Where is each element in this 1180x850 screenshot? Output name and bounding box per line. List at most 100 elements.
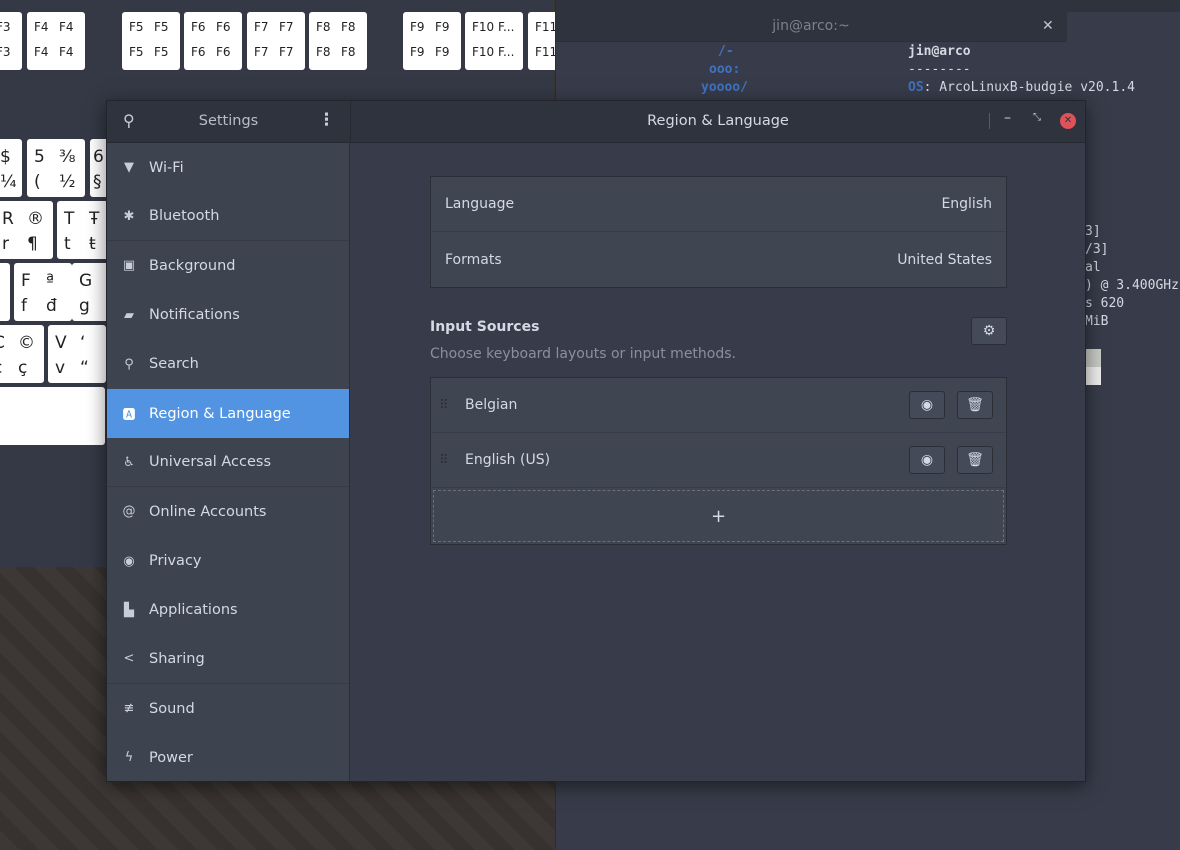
key-label: ¶ [27, 234, 38, 254]
terminal-tab[interactable]: jin@arco:~ [556, 10, 1066, 42]
key-label: © [18, 333, 35, 353]
os-label: OS [908, 80, 924, 95]
add-input-source-button[interactable]: + [433, 490, 1004, 542]
terminal-dashes: -------- [908, 62, 971, 77]
key-label: Ŧ [89, 209, 100, 229]
key-label: c [0, 358, 2, 378]
remove-input-source-button[interactable]: 🗑 [957, 391, 993, 419]
preview-layout-button[interactable]: ◉ [909, 446, 945, 474]
key-label: F6 [216, 20, 231, 34]
sidebar-item-label: Sound [149, 700, 195, 717]
formats-value: United States [897, 251, 992, 268]
key-label: 6 [93, 147, 104, 167]
key-label: F11 [535, 20, 558, 34]
menu-icon[interactable]: ⋮ [318, 110, 335, 130]
sidebar-item-privacy[interactable]: ◉ Privacy [107, 537, 349, 586]
sidebar-item-region-language[interactable]: 🅰 Region & Language [107, 388, 349, 439]
trash-icon: 🗑 [966, 452, 984, 468]
key-label: R [2, 209, 14, 229]
key-label: F9 [410, 45, 425, 59]
sidebar-item-applications[interactable]: ▙ Applications [107, 586, 349, 635]
input-sources-title: Input Sources [430, 319, 540, 335]
input-source-row[interactable]: ⠿ Belgian ◉ 🗑 [431, 378, 1006, 433]
key-label: ⅜ [59, 147, 76, 167]
key-label: F4 [34, 45, 49, 59]
input-source-row[interactable]: ⠿ English (US) ◉ 🗑 [431, 433, 1006, 488]
sidebar-item-notifications[interactable]: ▰ Notifications [107, 291, 349, 340]
language-formats-box: Language English Formats United States [430, 176, 1007, 288]
plus-icon: + [710, 505, 727, 527]
key-label: F6 [216, 45, 231, 59]
gear-icon: ⚙ [982, 323, 996, 339]
key-f3: F3F3F3F3 [0, 12, 22, 70]
minimize-icon[interactable]: – [1004, 110, 1011, 126]
key-label: ç [18, 358, 28, 378]
terminal-line: /3] [1085, 242, 1109, 257]
ascii-art: /- [718, 44, 734, 59]
key-label: G [79, 271, 93, 291]
input-sources-list: ⠿ Belgian ◉ 🗑 ⠿ English (US) ◉ 🗑 + [430, 377, 1007, 545]
key-label: F7 [279, 20, 294, 34]
close-tab-icon[interactable]: ✕ [1042, 10, 1054, 42]
preview-layout-button[interactable]: ◉ [909, 391, 945, 419]
key-label: đ [46, 296, 57, 316]
sound-icon: ≢ [123, 701, 135, 717]
key-label: “ [80, 358, 89, 378]
sidebar-item-label: Applications [149, 602, 238, 619]
ascii-art: ooo: [709, 62, 741, 77]
sidebar-item-sound[interactable]: ≢ Sound [107, 684, 349, 733]
bluetooth-icon: ✱ [123, 208, 135, 224]
key-label: F8 [341, 20, 356, 34]
sidebar-item-search[interactable]: ⚲ Search [107, 340, 349, 389]
sidebar-item-power[interactable]: ϟ Power [107, 733, 349, 782]
key-label: F5 [129, 20, 144, 34]
sidebar-item-wi-fi[interactable]: ▼ Wi-Fi [107, 143, 349, 192]
input-source-label: English (US) [465, 452, 551, 468]
key-label: F5 [129, 45, 144, 59]
input-options-button[interactable]: ⚙ [971, 317, 1007, 345]
trash-icon: 🗑 [966, 397, 984, 413]
sidebar-item-background[interactable]: ▣ Background [107, 241, 349, 290]
key-space [0, 387, 105, 445]
key-label: F7 [279, 45, 294, 59]
key-label: $ [0, 147, 11, 167]
drag-handle-icon[interactable]: ⠿ [439, 453, 465, 468]
sidebar-item-sharing[interactable]: < Sharing [107, 635, 349, 685]
key-c: C © cç [0, 325, 44, 383]
key-label: C [0, 333, 5, 353]
region-language-icon: 🅰 [122, 408, 136, 424]
sidebar-item-online-accounts[interactable]: @ Online Accounts [107, 487, 349, 536]
key-f7: F7 F7 F7 F7 [247, 12, 305, 70]
sidebar-item-label: Background [149, 257, 236, 274]
key-label: F8 [341, 45, 356, 59]
key-v: V ‘ v “ [48, 325, 106, 383]
key-label: F6 [191, 20, 206, 34]
sidebar-item-label: Sharing [149, 650, 205, 667]
sidebar-item-universal-access[interactable]: ♿ Universal Access [107, 438, 349, 488]
sharing-icon: < [123, 651, 135, 667]
language-row[interactable]: Language English [431, 177, 1006, 232]
key-f8: F8 F8 F8 F8 [309, 12, 367, 70]
sidebar-title: Settings [198, 113, 259, 129]
key-label: § [93, 172, 102, 192]
close-icon[interactable]: ✕ [1060, 113, 1076, 129]
terminal-tab-inactive[interactable] [1067, 12, 1180, 42]
sidebar-item-label: Online Accounts [149, 503, 267, 520]
formats-row[interactable]: Formats United States [431, 232, 1006, 287]
terminal-line: ) @ 3.400GHz [1085, 278, 1179, 293]
key-label: F6 [191, 45, 206, 59]
key-label: V [55, 333, 67, 353]
wifi-icon: ▼ [124, 160, 134, 176]
key-f10: F10 F... F10 F... [465, 12, 523, 70]
applications-icon: ▙ [124, 602, 134, 618]
language-value: English [941, 196, 992, 212]
sidebar-item-label: Privacy [149, 553, 202, 570]
drag-handle-icon[interactable]: ⠿ [439, 398, 465, 413]
remove-input-source-button[interactable]: 🗑 [957, 446, 993, 474]
maximize-icon[interactable]: ⤡ [1033, 112, 1041, 123]
sidebar-item-bluetooth[interactable]: ✱ Bluetooth [107, 192, 349, 242]
panel-title: Region & Language [647, 113, 789, 129]
input-sources-subtitle: Choose keyboard layouts or input methods… [430, 346, 736, 362]
key-label: t [64, 234, 71, 254]
key-label: F4 [59, 45, 74, 59]
